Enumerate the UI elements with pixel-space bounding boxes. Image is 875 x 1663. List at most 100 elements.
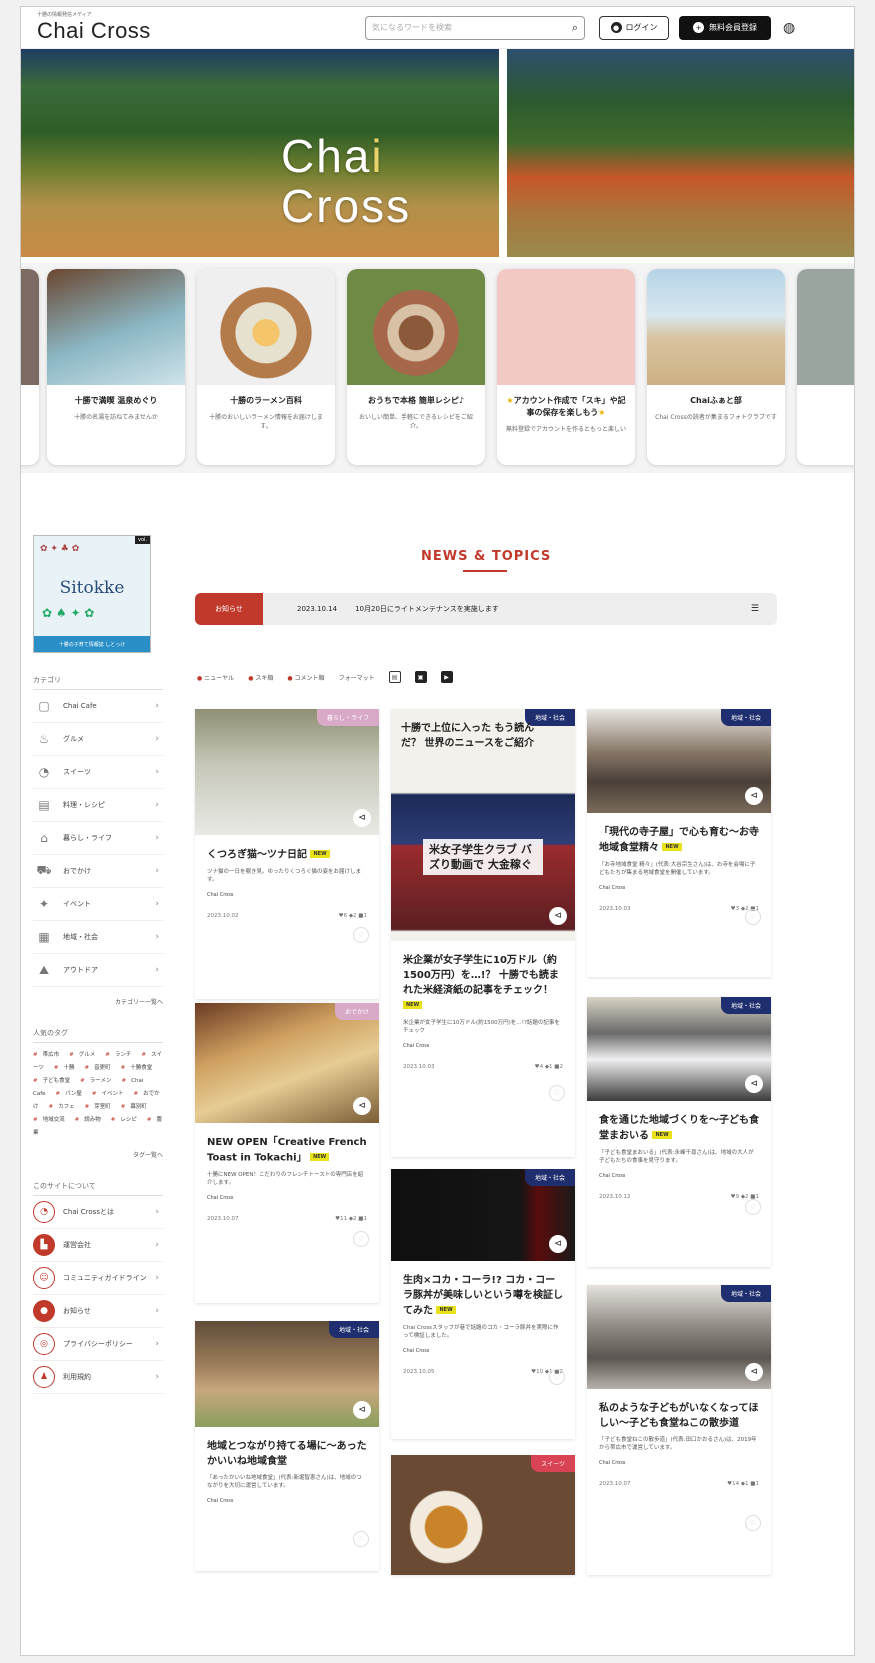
- tag-link[interactable]: # 十勝: [54, 1065, 80, 1071]
- about-item[interactable]: ▙ 運営会社 ›: [33, 1229, 163, 1262]
- hash-icon: #: [69, 1052, 74, 1058]
- document-icon[interactable]: ▤: [388, 671, 401, 683]
- tag-link[interactable]: # パン屋: [56, 1091, 87, 1097]
- about-item[interactable]: ☺ コミュニティガイドライン ›: [33, 1262, 163, 1295]
- tag-link[interactable]: # グルメ: [69, 1052, 100, 1058]
- heart-icon[interactable]: ♡: [353, 1531, 369, 1547]
- tag-link[interactable]: # カフェ: [49, 1104, 80, 1110]
- about-item[interactable]: ● お知らせ ›: [33, 1295, 163, 1328]
- tag-link[interactable]: # レシピ: [111, 1117, 142, 1123]
- tag-link[interactable]: # ランチ: [105, 1052, 136, 1058]
- category-item[interactable]: ✦ イベント ›: [33, 888, 163, 921]
- tag-link[interactable]: # イベント: [92, 1091, 129, 1097]
- tag-link[interactable]: # 十勝食堂: [121, 1065, 158, 1071]
- article-card[interactable]: スイーツ: [391, 1455, 575, 1575]
- list-icon[interactable]: ☰: [751, 604, 759, 614]
- sort-comment-label: コメント順: [294, 674, 325, 682]
- share-icon[interactable]: ⊲: [745, 1363, 763, 1381]
- heart-icon[interactable]: ♡: [549, 1369, 565, 1385]
- magazine-banner[interactable]: vol. ✿ ✦ ♣ ✿ Sitokke ✿ ♠ ✦ ✿ 十勝の子育て情報誌 し…: [33, 535, 151, 653]
- tag-link[interactable]: # 地域交流: [33, 1117, 70, 1123]
- hero-title-part2: Cross: [281, 180, 412, 232]
- category-more-link[interactable]: カテゴリー一覧へ: [33, 997, 163, 1006]
- article-title: NEW OPEN「Creative French Toast in Tokach…: [195, 1123, 379, 1166]
- category-item[interactable]: ▢ Chai Cafe ›: [33, 690, 163, 723]
- carousel-card[interactable]: 十勝で満喫 温泉めぐり 十勝の名湯を訪ねてみませんか: [47, 269, 185, 465]
- tag-link[interactable]: # 幕別町: [121, 1104, 152, 1110]
- search-icon[interactable]: ⌕: [572, 21, 578, 35]
- carousel-card-partial[interactable]: [797, 269, 854, 465]
- carousel-card[interactable]: おうちで本格 簡単レシピ♪ おいしい簡単、手軽にできるレシピをご紹介。: [347, 269, 485, 465]
- article-card[interactable]: 暮らし・ライフ ⊲ くつろぎ猫〜ツナ日記 NEW ツナ猫の一日を覗き見。ゆったり…: [195, 709, 379, 999]
- carousel-card[interactable]: Chaiふぁと部 Chai Crossの読者が集まるフォトクラブです: [647, 269, 785, 465]
- register-button[interactable]: + 無料会員登録: [679, 15, 771, 40]
- about-item[interactable]: ♟ 利用規約 ›: [33, 1361, 163, 1394]
- globe-icon[interactable]: ◍: [783, 20, 795, 36]
- heart-icon[interactable]: ♡: [745, 909, 761, 925]
- about-item[interactable]: ◎ プライバシーポリシー ›: [33, 1328, 163, 1361]
- category-item[interactable]: ◔ スイーツ ›: [33, 756, 163, 789]
- hero-title-part1: Cha: [281, 130, 372, 182]
- about-list: ◔ Chai Crossとは › ▙ 運営会社 › ☺ コミュニティガイドライン › ● お知らせ ›…: [33, 1196, 163, 1394]
- news-ticker[interactable]: お知らせ 2023.10.14 10月20日にライトメンテナンスを実施します ☰: [195, 593, 777, 625]
- chevron-right-icon: ›: [155, 1372, 159, 1382]
- article-card[interactable]: 地域・社会 ⊲ 生肉×コカ・コーラ!? コカ・コーラ豚丼が美味しいという噂を検証…: [391, 1169, 575, 1439]
- tag-link[interactable]: # 音更町: [85, 1065, 116, 1071]
- article-card[interactable]: 地域・社会 ⊲ 「現代の寺子屋」で心も育む〜お寺地域食堂精々 NEW 「お寺地域…: [587, 709, 771, 977]
- chevron-right-icon: ›: [155, 734, 159, 744]
- tag-link[interactable]: # 帯広市: [33, 1052, 64, 1058]
- tag-link[interactable]: # 芽室町: [85, 1104, 116, 1110]
- carousel-card-partial[interactable]: [21, 269, 39, 465]
- share-icon[interactable]: ⊲: [353, 809, 371, 827]
- article-card[interactable]: 地域・社会 ⊲ 食を通じた地域づくりを〜子ども食堂まおいる NEW 「子ども食堂…: [587, 997, 771, 1267]
- heart-icon[interactable]: ♡: [353, 927, 369, 943]
- article-date: 2023.10.07: [207, 1215, 239, 1222]
- tag-link[interactable]: # 子ども食堂: [33, 1078, 75, 1084]
- article-card[interactable]: 地域・社会 ⊲ 私のような子どもがいなくなってほしい〜子ども食堂ねこの散歩道 「…: [587, 1285, 771, 1575]
- search-input[interactable]: 気になるワードを検索: [372, 22, 572, 33]
- share-icon[interactable]: ⊲: [745, 1075, 763, 1093]
- heart-icon[interactable]: ♡: [549, 1085, 565, 1101]
- site-logo[interactable]: 十勝の情報発信メディア Chai Cross: [37, 11, 337, 44]
- search-box[interactable]: 気になるワードを検索 ⌕: [365, 15, 585, 40]
- news-text[interactable]: 10月20日にライトメンテナンスを実施します: [355, 604, 751, 614]
- image-icon[interactable]: ▣: [414, 671, 427, 683]
- category-item[interactable]: ▦ 地域・社会 ›: [33, 921, 163, 954]
- article-title-text: 米企業が女子学生に10万ドル（約1500万円）を…!？ 十勝でも読まれた米経済紙…: [403, 955, 559, 996]
- carousel-card[interactable]: 十勝のラーメン百科 十勝のおいしいラーメン情報をお届けします。: [197, 269, 335, 465]
- sort-like[interactable]: ● スキ順: [248, 673, 273, 682]
- hash-icon: #: [121, 1078, 127, 1084]
- article-card[interactable]: 地域・社会 十勝で上位に入った もう読んだ？ 世界のニュースをご紹介 米女子学生…: [391, 709, 575, 1157]
- carousel-card-title: おうちで本格 簡単レシピ♪: [368, 396, 464, 405]
- about-item[interactable]: ◔ Chai Crossとは ›: [33, 1196, 163, 1229]
- video-icon[interactable]: ▶: [440, 671, 453, 683]
- category-item[interactable]: ♨ グルメ ›: [33, 723, 163, 756]
- share-icon[interactable]: ⊲: [353, 1097, 371, 1115]
- sort-comment[interactable]: ● コメント順: [287, 673, 324, 682]
- heart-icon[interactable]: ♡: [745, 1515, 761, 1531]
- category-item[interactable]: ⛰ アウトドア ›: [33, 954, 163, 987]
- tag-link[interactable]: # 読み物: [75, 1117, 106, 1123]
- tag-label: 十勝: [63, 1065, 75, 1071]
- article-card[interactable]: 地域・社会 ⊲ 地域とつながり持てる場に〜あったかいいね地域食堂 「あったかいい…: [195, 1321, 379, 1571]
- heart-icon[interactable]: ♡: [745, 1199, 761, 1215]
- sort-new[interactable]: ● ニューヤル: [197, 673, 234, 682]
- share-icon[interactable]: ⊲: [353, 1401, 371, 1419]
- tag-link[interactable]: # ラーメン: [80, 1078, 116, 1084]
- article-image-headline: 十勝で上位に入った もう読んだ？ 世界のニュースをご紹介: [401, 723, 535, 749]
- tags-more-link[interactable]: タグ一覧へ: [33, 1150, 163, 1159]
- carousel-card[interactable]: ★アカウント作成で「スキ」や記事の保存を楽しもう★ 無料登録でアカウントを作ると…: [497, 269, 635, 465]
- category-item[interactable]: ⛟ おでかけ ›: [33, 855, 163, 888]
- category-item[interactable]: ⌂ 暮らし・ライフ ›: [33, 822, 163, 855]
- category-icon: ▤: [38, 798, 50, 812]
- category-item[interactable]: ▤ 料理・レシピ ›: [33, 789, 163, 822]
- share-icon[interactable]: ⊲: [745, 787, 763, 805]
- article-author: Chai Cross: [599, 1460, 626, 1466]
- login-button[interactable]: ● ログイン: [599, 15, 669, 40]
- decoration-icon: ✿ ✦ ♣ ✿: [40, 544, 80, 554]
- share-icon[interactable]: ⊲: [549, 1235, 567, 1253]
- share-icon[interactable]: ⊲: [549, 907, 567, 925]
- heart-icon[interactable]: ♡: [353, 1231, 369, 1247]
- hash-icon: #: [80, 1078, 85, 1084]
- article-card[interactable]: おでかけ ⊲ NEW OPEN「Creative French Toast in…: [195, 1003, 379, 1303]
